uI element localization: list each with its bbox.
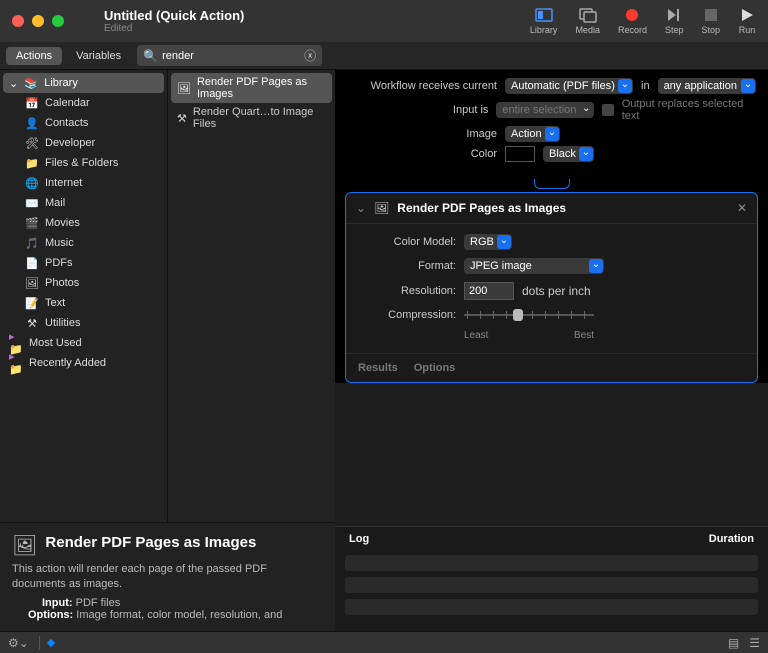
inputis-select[interactable]: entire selection: [496, 102, 594, 118]
settings-icon[interactable]: ⚙︎⌄: [8, 636, 29, 650]
workflow-canvas[interactable]: [335, 383, 768, 526]
category-icon: 📁: [25, 156, 39, 170]
log-row: [345, 599, 758, 615]
action-card: ⌄ 🖼 Render PDF Pages as Images ✕ Color M…: [345, 192, 758, 383]
output-replaces-checkbox[interactable]: [602, 104, 613, 116]
results-column: 🖼Render PDF Pages as Images⚒Render Quart…: [168, 70, 335, 522]
category-icon: 🎬: [25, 216, 39, 230]
list-view-icon[interactable]: ☰: [749, 636, 760, 650]
library-icon: 📚: [24, 76, 38, 90]
category-icon: 👤: [25, 116, 39, 130]
category-icon: 🖼: [25, 276, 39, 290]
pdf-action-icon: 🖼: [12, 533, 37, 558]
info-title: Render PDF Pages as Images: [45, 534, 256, 551]
library-item[interactable]: 🌐Internet: [3, 173, 164, 193]
library-item[interactable]: ✉️Mail: [3, 193, 164, 213]
search-icon: 🔍: [143, 49, 158, 63]
image-select[interactable]: Action: [505, 126, 560, 142]
clear-search-icon[interactable]: ⓧ: [304, 47, 316, 64]
library-icon: [535, 7, 553, 23]
connector: [335, 180, 768, 192]
log-header: Log: [349, 533, 369, 545]
compression-slider[interactable]: [464, 308, 594, 322]
library-item[interactable]: 🎬Movies: [3, 213, 164, 233]
log-panel: Log Duration: [335, 526, 768, 631]
format-select[interactable]: JPEG image: [464, 258, 604, 274]
stop-icon: [702, 7, 720, 23]
action-icon: 🖼: [177, 82, 191, 95]
category-icon: 📄: [25, 256, 39, 270]
results-tab[interactable]: Results: [358, 362, 398, 374]
library-smart-item[interactable]: ▸ 📁Most Used: [3, 333, 164, 353]
search-input[interactable]: [162, 50, 304, 62]
library-button[interactable]: Library: [530, 7, 558, 35]
library-smart-item[interactable]: ▸ 📁Recently Added: [3, 353, 164, 373]
result-item[interactable]: ⚒Render Quart…to Image Files: [171, 103, 332, 133]
action-icon: ⚒: [177, 112, 187, 125]
category-icon: ⚒: [25, 316, 39, 330]
run-button[interactable]: Run: [738, 7, 756, 35]
titlebar: Untitled (Quick Action) Edited Library M…: [0, 0, 768, 42]
close-window[interactable]: [12, 15, 24, 27]
library-item[interactable]: 📄PDFs: [3, 253, 164, 273]
result-item[interactable]: 🖼Render PDF Pages as Images: [171, 73, 332, 103]
tabs-row: Actions Variables 🔍 ⓧ: [0, 42, 768, 70]
color-model-select[interactable]: RGB: [464, 234, 512, 250]
duration-header: Duration: [709, 533, 754, 545]
info-description: This action will render each page of the…: [12, 562, 323, 591]
pdf-action-icon: 🖼: [374, 201, 389, 215]
library-header[interactable]: ⌄ 📚 Library: [3, 73, 164, 93]
category-icon: 🎵: [25, 236, 39, 250]
record-button[interactable]: Record: [618, 7, 647, 35]
minimize-window[interactable]: [32, 15, 44, 27]
library-item[interactable]: ⚒Utilities: [3, 313, 164, 333]
search-field[interactable]: 🔍 ⓧ: [137, 45, 322, 66]
step-button[interactable]: Step: [665, 7, 684, 35]
folder-icon: ▸ 📁: [9, 356, 23, 370]
window-controls: [12, 15, 64, 27]
tab-actions[interactable]: Actions: [6, 47, 62, 65]
library-item[interactable]: 👤Contacts: [3, 113, 164, 133]
workflow-config: Workflow receives current Automatic (PDF…: [335, 70, 768, 180]
library-item[interactable]: 📅Calendar: [3, 93, 164, 113]
receives-select[interactable]: Automatic (PDF files): [505, 78, 633, 94]
library-item[interactable]: 📁Files & Folders: [3, 153, 164, 173]
close-action-icon[interactable]: ✕: [737, 201, 747, 215]
media-icon: [579, 7, 597, 23]
category-icon: 📝: [25, 296, 39, 310]
options-tab[interactable]: Options: [414, 362, 456, 374]
workflow-status-icon: [47, 638, 55, 646]
category-icon: 🛠: [25, 136, 39, 150]
chevron-down-icon: ⌄: [9, 77, 18, 90]
color-select[interactable]: Black: [543, 146, 594, 162]
log-row: [345, 577, 758, 593]
category-icon: ✉️: [25, 196, 39, 210]
chevron-down-icon[interactable]: ⌄: [356, 201, 366, 215]
resolution-input[interactable]: [464, 282, 514, 300]
action-title: Render PDF Pages as Images: [397, 201, 566, 215]
library-item[interactable]: 📝Text: [3, 293, 164, 313]
window-subtitle: Edited: [104, 23, 530, 34]
library-item[interactable]: 🎵Music: [3, 233, 164, 253]
log-view-icon[interactable]: ▤: [728, 636, 739, 650]
window-title: Untitled (Quick Action): [104, 8, 530, 23]
bottom-bar: ⚙︎⌄ ▤ ☰: [0, 631, 768, 653]
tab-variables[interactable]: Variables: [66, 47, 131, 65]
folder-icon: ▸ 📁: [9, 336, 23, 350]
zoom-window[interactable]: [52, 15, 64, 27]
media-button[interactable]: Media: [575, 7, 600, 35]
record-icon: [623, 7, 641, 23]
stop-button[interactable]: Stop: [701, 7, 720, 35]
action-info: 🖼 Render PDF Pages as Images This action…: [0, 522, 335, 631]
run-icon: [738, 7, 756, 23]
color-swatch: [505, 146, 535, 162]
step-icon: [665, 7, 683, 23]
library-item[interactable]: 🛠Developer: [3, 133, 164, 153]
log-row: [345, 555, 758, 571]
library-column: ⌄ 📚 Library 📅Calendar👤Contacts🛠Developer…: [0, 70, 168, 522]
category-icon: 📅: [25, 96, 39, 110]
library-item[interactable]: 🖼Photos: [3, 273, 164, 293]
in-app-select[interactable]: any application: [658, 78, 756, 94]
category-icon: 🌐: [25, 176, 39, 190]
